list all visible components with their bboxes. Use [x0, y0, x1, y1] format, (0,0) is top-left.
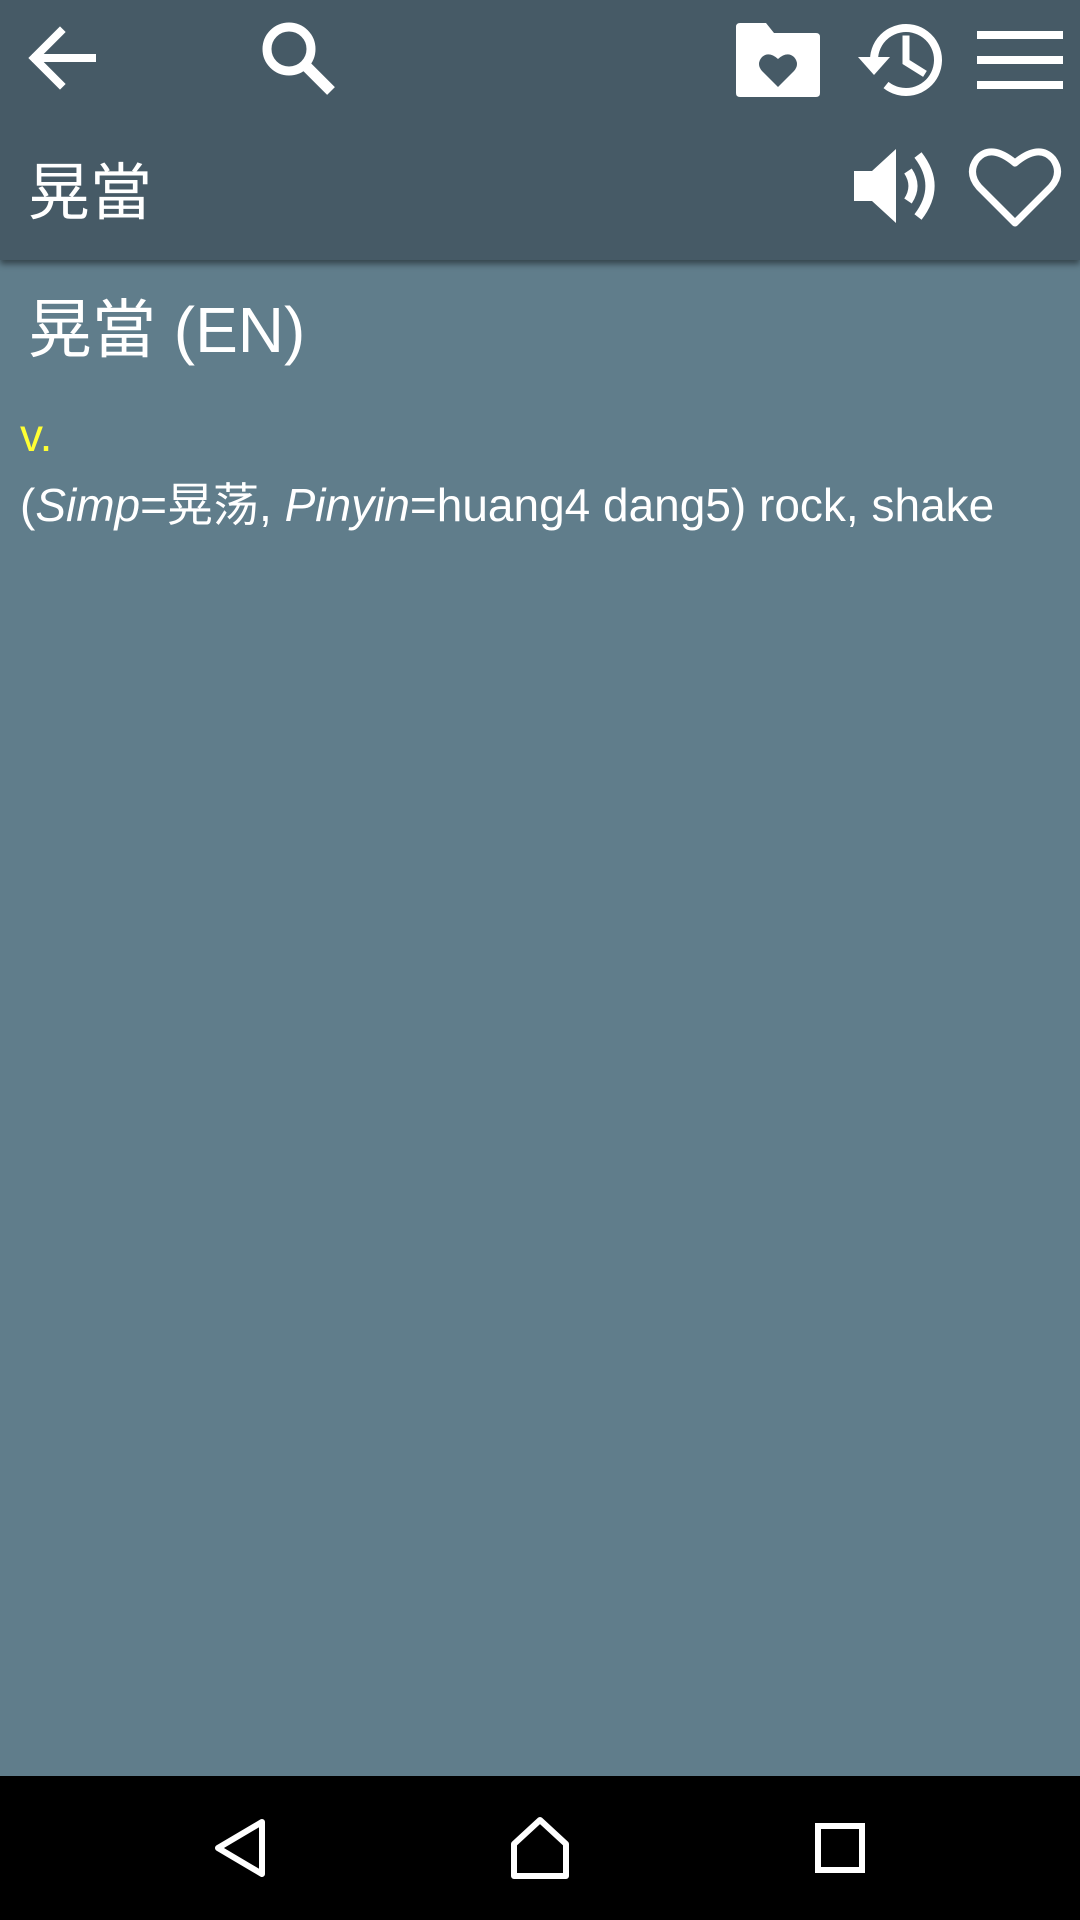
nav-recents-button[interactable]	[790, 1798, 890, 1898]
favorites-folder-button[interactable]	[730, 12, 826, 108]
history-button[interactable]	[848, 10, 952, 110]
search-icon	[262, 22, 335, 95]
back-button[interactable]	[12, 8, 112, 108]
history-icon	[858, 24, 942, 96]
pronounce-button[interactable]	[846, 136, 950, 236]
nav-back-button[interactable]	[190, 1798, 290, 1898]
favorite-button[interactable]	[962, 136, 1068, 236]
part-of-speech: v.	[20, 409, 53, 461]
speaker-icon	[854, 149, 935, 223]
menu-icon	[977, 31, 1063, 89]
pinyin-label: Pinyin	[284, 479, 410, 531]
nav-home-icon	[511, 1817, 569, 1879]
nav-recents-icon	[815, 1823, 865, 1873]
pinyin-value: =huang4 dang5) rock, shake	[409, 479, 995, 531]
nav-home-button[interactable]	[490, 1798, 590, 1898]
simp-value: =晃荡,	[140, 479, 285, 531]
definition-text: (Simp=晃荡, Pinyin=huang4 dang5) rock, sha…	[20, 470, 1060, 540]
nav-back-icon	[215, 1819, 265, 1877]
menu-button[interactable]	[970, 12, 1070, 108]
app-toolbar: 晃當	[0, 0, 1080, 260]
simp-label: Simp	[35, 479, 141, 531]
back-arrow-icon	[28, 26, 96, 90]
search-button[interactable]	[248, 8, 348, 108]
open-paren: (	[20, 479, 36, 531]
page-title: 晃當	[28, 159, 153, 228]
system-navbar	[0, 1776, 1080, 1920]
favorites-folder-icon	[736, 23, 820, 97]
heart-outline-icon	[969, 148, 1061, 227]
entry-heading: 晃當 (EN)	[28, 294, 306, 366]
entry-content: 晃當 (EN) v. (Simp=晃荡, Pinyin=huang4 dang5…	[0, 260, 1080, 1776]
